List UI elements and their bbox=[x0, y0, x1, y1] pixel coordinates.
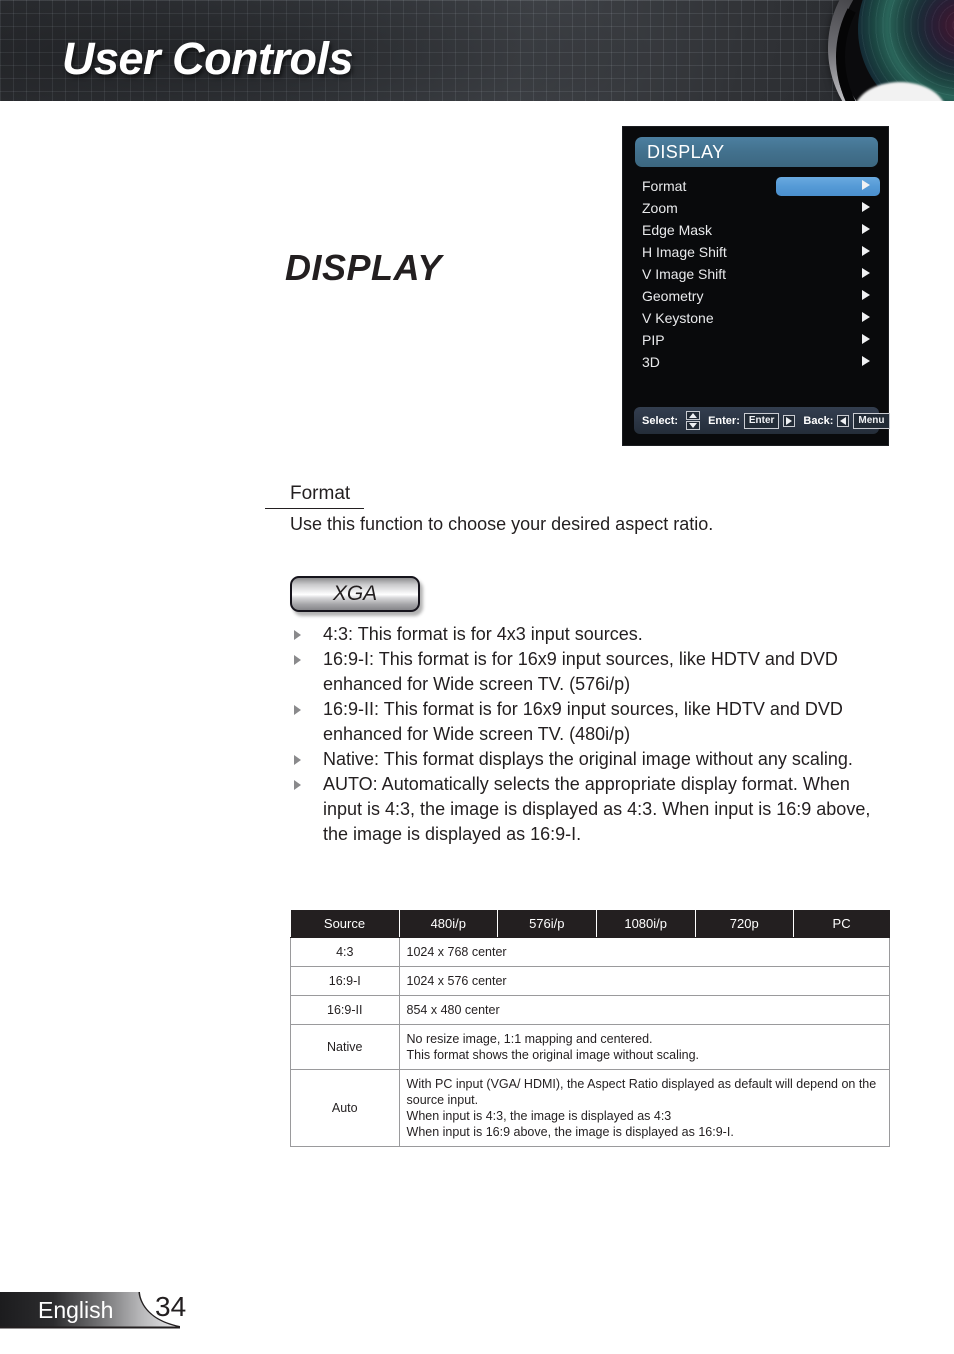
table-row: Native No resize image, 1:1 mapping and … bbox=[290, 1024, 891, 1070]
cell-source: 16:9-I bbox=[290, 966, 400, 996]
osd-item-pip[interactable]: PIP bbox=[623, 329, 890, 351]
osd-item-label: V Image Shift bbox=[642, 266, 727, 282]
osd-item-v-image-shift[interactable]: V Image Shift bbox=[623, 263, 890, 285]
cell-line: With PC input (VGA/ HDMI), the Aspect Ra… bbox=[406, 1077, 877, 1107]
osd-menu-list: Format Zoom Edge Mask H Image Shift V Im… bbox=[623, 175, 890, 373]
column-header-pc: PC bbox=[793, 910, 890, 938]
cell-source: 4:3 bbox=[290, 937, 400, 967]
section-heading: DISPLAY bbox=[285, 247, 442, 288]
osd-item-zoom[interactable]: Zoom bbox=[623, 197, 890, 219]
list-item: 16:9-II: This format is for 16x9 input s… bbox=[290, 697, 890, 747]
arrow-up-icon bbox=[686, 411, 701, 420]
chevron-right-icon bbox=[862, 334, 870, 344]
cell-line: 854 x 480 center bbox=[406, 1003, 500, 1017]
chevron-right-icon bbox=[862, 202, 870, 212]
menu-key: Menu bbox=[853, 412, 890, 429]
osd-menu-screenshot: DISPLAY Format Zoom Edge Mask H Image Sh… bbox=[622, 126, 890, 446]
table-head: Source 480i/p 576i/p 1080i/p 720p PC bbox=[290, 910, 890, 938]
osd-item-label: V Keystone bbox=[642, 310, 714, 326]
cell-description: No resize image, 1:1 mapping and centere… bbox=[398, 1024, 891, 1070]
osd-select-label: Select: bbox=[642, 414, 679, 427]
page-footer: English 34 bbox=[0, 1288, 240, 1332]
table-row: Auto With PC input (VGA/ HDMI), the Aspe… bbox=[290, 1069, 891, 1147]
osd-item-v-keystone[interactable]: V Keystone bbox=[623, 307, 890, 329]
cell-description: 1024 x 768 center bbox=[398, 937, 891, 967]
osd-item-label: Zoom bbox=[642, 200, 678, 216]
osd-item-label: Format bbox=[642, 178, 687, 194]
subsection-heading: Format bbox=[290, 483, 351, 504]
list-item: 4:3: This format is for 4x3 input source… bbox=[290, 622, 890, 647]
arrow-left-icon bbox=[837, 414, 850, 427]
osd-item-label: Geometry bbox=[642, 288, 704, 304]
column-header-720p: 720p bbox=[695, 910, 794, 938]
list-item: AUTO: Automatically selects the appropri… bbox=[290, 772, 890, 847]
osd-item-label: PIP bbox=[642, 332, 665, 348]
page-number: 34 bbox=[155, 1291, 187, 1322]
cell-description: 854 x 480 center bbox=[398, 995, 891, 1025]
footer-bar-shape bbox=[0, 1292, 180, 1329]
list-item: Native: This format displays the origina… bbox=[290, 747, 890, 772]
column-header-480ip: 480i/p bbox=[399, 910, 499, 938]
osd-item-geometry[interactable]: Geometry bbox=[623, 285, 890, 307]
footer-language-label: English bbox=[38, 1297, 114, 1323]
osd-enter-label: Enter: bbox=[708, 414, 740, 427]
chevron-right-icon bbox=[862, 224, 870, 234]
cell-source: 16:9-II bbox=[290, 995, 400, 1025]
osd-item-format[interactable]: Format bbox=[623, 175, 890, 197]
table-row: 16:9-II 854 x 480 center bbox=[290, 995, 891, 1025]
cell-source: Auto bbox=[290, 1069, 400, 1147]
page-header-banner: User Controls bbox=[0, 0, 954, 101]
table-row: 4:3 1024 x 768 center bbox=[290, 937, 891, 967]
resolution-badge: XGA bbox=[290, 576, 420, 612]
osd-back-label: Back: bbox=[803, 414, 834, 427]
cell-line: This format shows the original image wit… bbox=[406, 1048, 700, 1062]
up-down-keys-icon bbox=[686, 411, 701, 430]
column-header-source: Source bbox=[290, 910, 400, 938]
osd-title-bar: DISPLAY bbox=[635, 137, 878, 167]
cell-source: Native bbox=[290, 1024, 400, 1070]
cell-line: 1024 x 576 center bbox=[406, 974, 507, 988]
chevron-right-icon bbox=[862, 312, 870, 322]
table-row: 16:9-I 1024 x 576 center bbox=[290, 966, 891, 996]
chevron-right-icon bbox=[862, 290, 870, 300]
camera-lens-icon bbox=[810, 0, 954, 101]
osd-status-bar: Select: Enter: Enter Back: Menu bbox=[634, 407, 890, 434]
subsection-underline bbox=[265, 508, 364, 509]
arrow-right-icon bbox=[783, 414, 796, 427]
osd-item-edge-mask[interactable]: Edge Mask bbox=[623, 219, 890, 241]
chevron-right-icon bbox=[862, 180, 870, 190]
enter-key: Enter bbox=[743, 412, 780, 429]
osd-item-3d[interactable]: 3D bbox=[623, 351, 890, 373]
osd-item-label: 3D bbox=[642, 354, 660, 370]
page-title: User Controls bbox=[62, 33, 354, 84]
chevron-right-icon bbox=[862, 356, 870, 366]
cell-description: 1024 x 576 center bbox=[398, 966, 891, 996]
arrow-down-icon bbox=[686, 421, 701, 430]
format-options-list: 4:3: This format is for 4x3 input source… bbox=[290, 622, 890, 847]
cell-description: With PC input (VGA/ HDMI), the Aspect Ra… bbox=[398, 1069, 891, 1147]
column-header-1080ip: 1080i/p bbox=[596, 910, 696, 938]
lead-paragraph: Use this function to choose your desired… bbox=[290, 514, 714, 534]
cell-line: When input is 4:3, the image is displaye… bbox=[406, 1109, 672, 1123]
table-body: 4:3 1024 x 768 center 16:9-I 1024 x 576 … bbox=[290, 937, 891, 1147]
cell-line: No resize image, 1:1 mapping and centere… bbox=[406, 1032, 653, 1046]
table-header-row: Source 480i/p 576i/p 1080i/p 720p PC bbox=[290, 910, 890, 938]
chevron-right-icon bbox=[862, 268, 870, 278]
osd-item-h-image-shift[interactable]: H Image Shift bbox=[623, 241, 890, 263]
list-item: 16:9-I: This format is for 16x9 input so… bbox=[290, 647, 890, 697]
cell-line: When input is 16:9 above, the image is d… bbox=[406, 1125, 734, 1139]
format-resolution-table: Source 480i/p 576i/p 1080i/p 720p PC 4:3… bbox=[290, 910, 891, 1147]
cell-line: 1024 x 768 center bbox=[406, 945, 507, 959]
chevron-right-icon bbox=[862, 246, 870, 256]
osd-item-label: Edge Mask bbox=[642, 222, 713, 238]
osd-item-label: H Image Shift bbox=[642, 244, 727, 260]
column-header-576ip: 576i/p bbox=[497, 910, 597, 938]
